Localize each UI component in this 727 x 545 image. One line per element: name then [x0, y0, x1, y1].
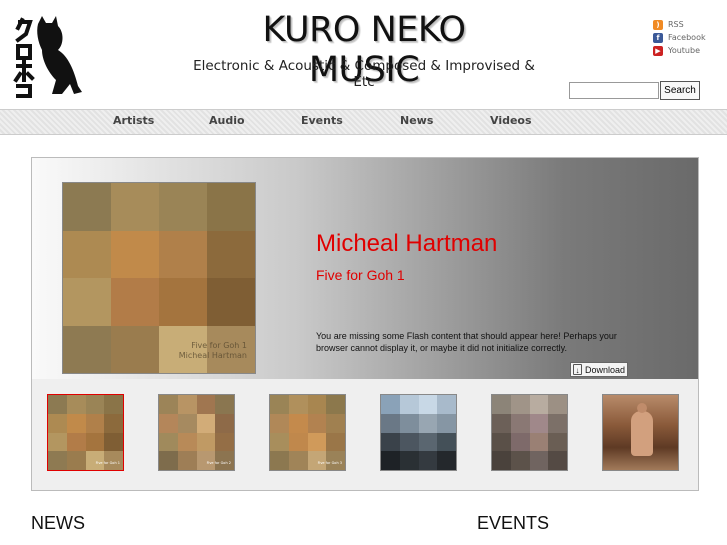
social-links: ) RSS f Facebook ▶ Youtube: [653, 18, 706, 57]
featured-release: Five for Goh 1 Micheal Hartman Micheal H…: [32, 158, 698, 379]
youtube-icon: ▶: [653, 45, 663, 56]
album-cover[interactable]: Five for Goh 1 Micheal Hartman: [62, 182, 256, 374]
nav-news[interactable]: News: [400, 114, 433, 127]
nav-videos[interactable]: Videos: [490, 114, 532, 127]
facebook-icon: f: [653, 32, 663, 43]
main-nav: Artists Audio Events News Videos: [0, 109, 727, 135]
thumbnail-4[interactable]: [380, 394, 457, 471]
featured-artist-name[interactable]: Micheal Hartman: [316, 230, 497, 258]
search-button[interactable]: Search: [660, 81, 700, 100]
facebook-link[interactable]: f Facebook: [653, 31, 706, 44]
search-input[interactable]: [569, 82, 659, 99]
featured-release-slider: Five for Goh 1 Micheal Hartman Micheal H…: [31, 157, 699, 491]
cover-caption-artist: Micheal Hartman: [178, 351, 247, 360]
download-arrow-icon: ↓: [573, 364, 582, 375]
thumbnail-6[interactable]: [602, 394, 679, 471]
featured-album-title[interactable]: Five for Goh 1: [316, 267, 405, 283]
nav-artists[interactable]: Artists: [113, 114, 154, 127]
thumbnail-3[interactable]: Five for Goh 3: [269, 394, 346, 471]
rss-icon: ): [653, 19, 663, 30]
rss-label: RSS: [668, 20, 684, 29]
nav-audio[interactable]: Audio: [209, 114, 245, 127]
facebook-label: Facebook: [668, 33, 706, 42]
thumbnail-1[interactable]: Five for Goh 1: [47, 394, 124, 471]
download-label: Download: [584, 364, 625, 375]
news-heading: NEWS: [31, 513, 85, 533]
cover-caption-album: Five for Goh 1: [191, 341, 247, 350]
youtube-label: Youtube: [668, 46, 700, 55]
nav-events[interactable]: Events: [301, 114, 343, 127]
rss-link[interactable]: ) RSS: [653, 18, 706, 31]
performer-photo: [631, 403, 653, 456]
thumbnail-caption: Five for Goh 1: [95, 461, 120, 465]
flash-missing-message: You are missing some Flash content that …: [316, 331, 617, 353]
download-button[interactable]: ↓ Download: [570, 362, 628, 377]
thumbnail-2[interactable]: Five for Goh 2: [158, 394, 235, 471]
thumbnail-caption: Five for Goh 3: [317, 461, 342, 465]
site-tagline: Electronic & Acoustic & Composed & Impro…: [193, 58, 535, 90]
thumbnail-caption: Five for Goh 2: [206, 461, 231, 465]
kuro-neko-logo[interactable]: [12, 14, 84, 98]
thumbnail-5[interactable]: [491, 394, 568, 471]
cover-caption: Five for Goh 1 Micheal Hartman: [179, 341, 247, 361]
youtube-link[interactable]: ▶ Youtube: [653, 44, 706, 57]
events-heading: EVENTS: [477, 513, 550, 533]
